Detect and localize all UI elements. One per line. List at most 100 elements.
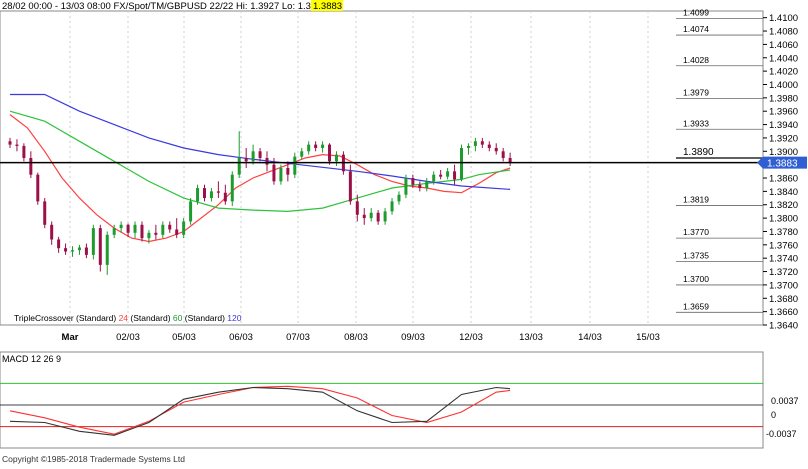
candle-body bbox=[216, 191, 220, 193]
candle-body bbox=[487, 144, 491, 148]
level-label: 1.3770 bbox=[683, 227, 709, 237]
y-tick-label: 1.3720 bbox=[769, 267, 798, 278]
candle-body bbox=[314, 144, 318, 148]
x-tick-label: Mar bbox=[62, 332, 79, 343]
chart-window: 28/02 00:00 - 13/03 08:00 FX/Spot/TM/GBP… bbox=[0, 0, 808, 464]
candle-body bbox=[133, 224, 137, 233]
x-tick-label: 06/03 bbox=[229, 332, 253, 343]
candle-body bbox=[397, 194, 401, 202]
y-tick-label: 1.3840 bbox=[769, 187, 798, 198]
y-tick-label: 1.3940 bbox=[769, 120, 798, 131]
level-label: 1.3700 bbox=[683, 274, 709, 284]
y-tick-label: 1.3660 bbox=[769, 307, 798, 318]
candle-body bbox=[154, 232, 158, 235]
candle-body bbox=[446, 171, 450, 177]
candle-body bbox=[36, 174, 40, 202]
y-tick-label: 1.3980 bbox=[769, 93, 798, 104]
y-tick-label: 1.3740 bbox=[769, 254, 798, 265]
ma-legend-120: 120 bbox=[227, 313, 241, 323]
x-tick-label: 13/03 bbox=[519, 332, 543, 343]
macd-tick-lower: -0.0037 bbox=[766, 429, 797, 439]
candle-body bbox=[140, 224, 144, 239]
candle-body bbox=[473, 141, 477, 146]
candle-body bbox=[112, 228, 116, 235]
candle-body bbox=[328, 144, 332, 162]
y-tick-label: 1.3920 bbox=[769, 133, 798, 144]
y-tick-label: 1.4020 bbox=[769, 67, 798, 78]
y-tick-label: 1.4060 bbox=[769, 40, 798, 51]
candle-body bbox=[466, 145, 470, 148]
ma-legend: TripleCrossover (Standard) 24 (Standard)… bbox=[14, 313, 242, 323]
candle-body bbox=[230, 174, 234, 202]
x-tick-label: 15/03 bbox=[636, 332, 660, 343]
y-tick-label: 1.4100 bbox=[769, 13, 798, 24]
candle-body bbox=[71, 250, 75, 252]
candle-body bbox=[161, 224, 165, 235]
ma-legend-24: 24 bbox=[119, 313, 129, 323]
candle-body bbox=[293, 156, 297, 175]
candle-body bbox=[22, 145, 26, 158]
candle-body bbox=[480, 141, 484, 145]
candle-body bbox=[376, 212, 380, 222]
candle-body bbox=[362, 214, 366, 219]
x-tick-label: 08/03 bbox=[344, 332, 368, 343]
candle-body bbox=[64, 248, 68, 252]
header-info: 28/02 00:00 - 13/03 08:00 FX/Spot/TM/GBP… bbox=[2, 1, 327, 12]
candle-body bbox=[411, 178, 415, 185]
candle-body bbox=[321, 144, 325, 148]
candle-body bbox=[105, 234, 109, 265]
ma-legend-mid1: (Standard) bbox=[128, 313, 173, 323]
y-tick-label: 1.3800 bbox=[769, 214, 798, 225]
copyright: Copyright ©1985-2018 Tradermade Systems … bbox=[2, 454, 185, 464]
candle-body bbox=[189, 201, 193, 222]
candle-body bbox=[223, 192, 227, 202]
candle-body bbox=[404, 178, 408, 195]
y-tick-label: 1.3640 bbox=[769, 321, 798, 332]
x-tick-label: 14/03 bbox=[578, 332, 602, 343]
ma-legend-mid2: (Standard) bbox=[182, 313, 227, 323]
y-tick-label: 1.4000 bbox=[769, 80, 798, 91]
candle-body bbox=[202, 188, 206, 199]
y-axis-ticks: 1.4100 1.4080 1.4060 1.4040 1.4020 1.4000 1.39… bbox=[763, 13, 798, 332]
candle-body bbox=[244, 157, 248, 162]
candle-body bbox=[300, 151, 304, 157]
candle-body bbox=[15, 144, 19, 146]
candle-body bbox=[182, 221, 186, 235]
candle-body bbox=[8, 141, 12, 145]
candle-body bbox=[237, 157, 241, 175]
candle-body bbox=[383, 211, 387, 222]
macd-tick-zero: 0 bbox=[771, 410, 776, 420]
level-label: 1.3933 bbox=[683, 118, 709, 128]
candle-body bbox=[77, 247, 81, 251]
level-label: 1.4074 bbox=[683, 24, 709, 34]
candle-body bbox=[50, 224, 54, 240]
candle-body bbox=[418, 184, 422, 189]
main-plot-frame bbox=[0, 10, 764, 326]
candle-body bbox=[126, 224, 130, 233]
y-tick-label: 1.3760 bbox=[769, 240, 798, 251]
y-tick-label: 1.4040 bbox=[769, 53, 798, 64]
y-tick-label: 1.3960 bbox=[769, 107, 798, 118]
y-tick-label: 1.3680 bbox=[769, 294, 798, 305]
candle-body bbox=[91, 228, 95, 255]
candle-body bbox=[119, 224, 123, 229]
y-tick-label: 1.3780 bbox=[769, 227, 798, 238]
y-tick-label: 1.3700 bbox=[769, 280, 798, 291]
candle-body bbox=[196, 188, 200, 202]
candle-body bbox=[334, 154, 338, 162]
y-tick-label: 1.3860 bbox=[769, 174, 798, 185]
x-axis-ticks: Mar 02/03 05/03 06/03 07/03 08/03 09/03 12/03 13… bbox=[62, 332, 660, 343]
candle-body bbox=[251, 151, 255, 162]
ma-legend-prefix: TripleCrossover (Standard) bbox=[14, 313, 119, 323]
candle-body bbox=[432, 174, 436, 182]
candle-body bbox=[258, 151, 262, 158]
candle-body bbox=[459, 147, 463, 180]
x-tick-label: 05/03 bbox=[172, 332, 196, 343]
x-tick-label: 07/03 bbox=[286, 332, 310, 343]
candle-body bbox=[501, 151, 505, 158]
candle-body bbox=[494, 147, 498, 152]
candle-body bbox=[286, 168, 290, 175]
level-label: 1.3659 bbox=[683, 301, 709, 311]
y-tick-label: 1.3820 bbox=[769, 200, 798, 211]
level-label: 1.3819 bbox=[683, 194, 709, 204]
